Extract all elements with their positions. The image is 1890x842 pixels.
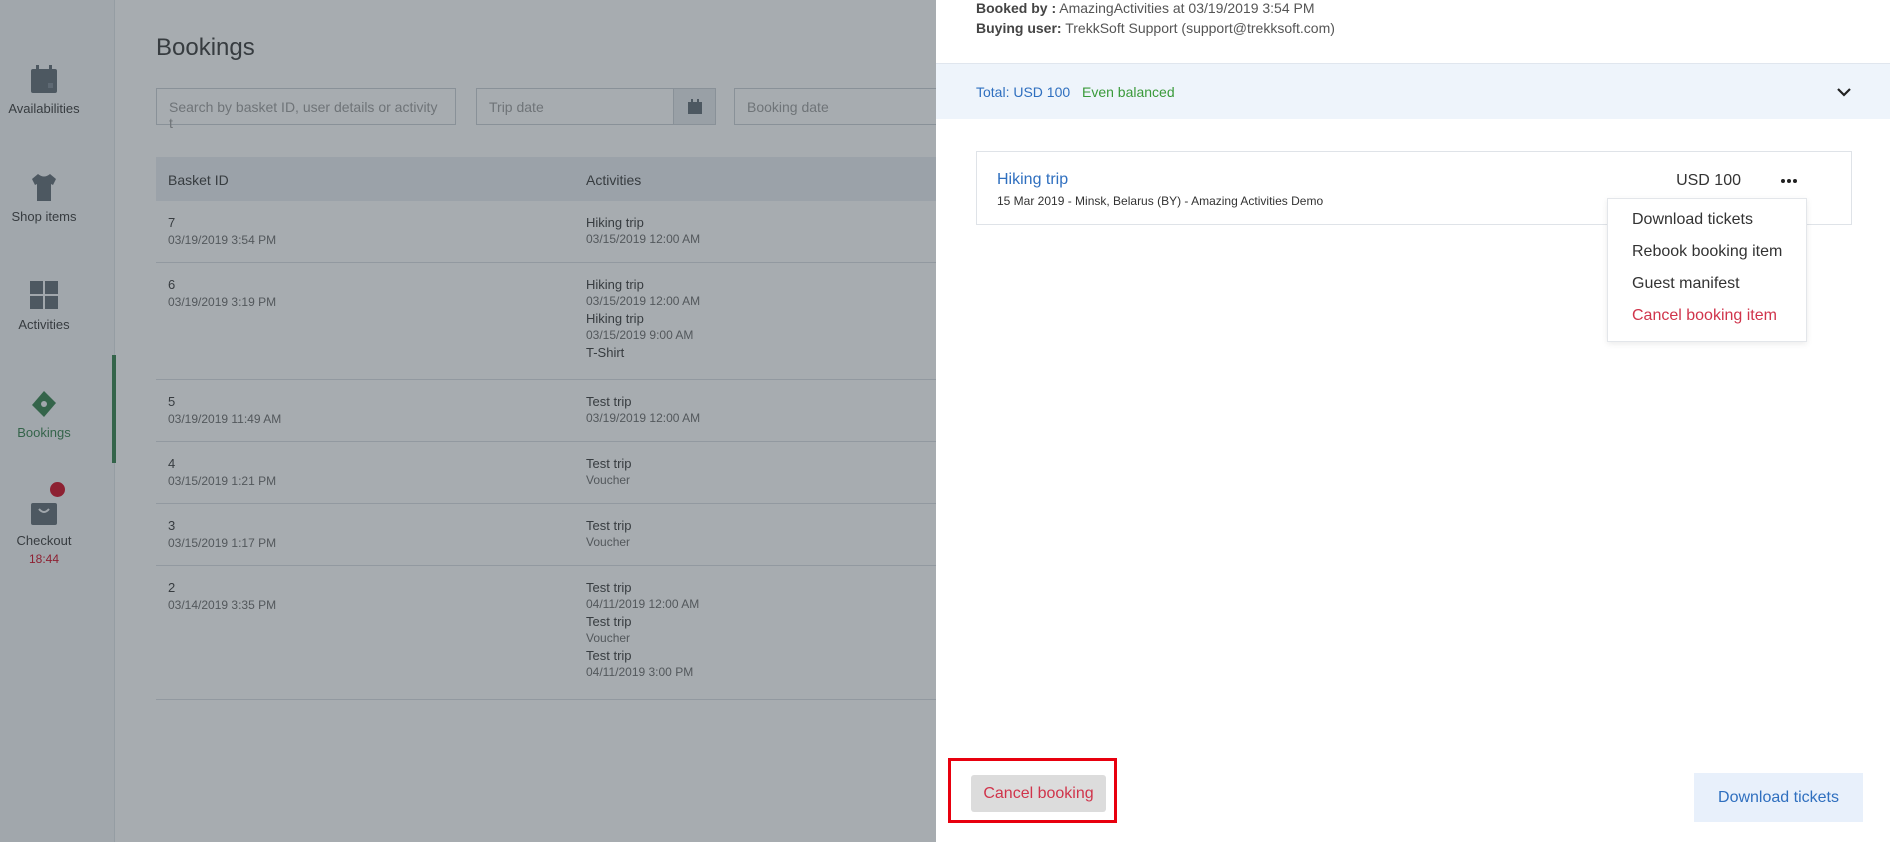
menu-item-guest-manifest[interactable]: Guest manifest (1632, 275, 1740, 293)
booked-by-value: AmazingActivities at 03/19/2019 3:54 PM (1059, 0, 1315, 16)
menu-item-download-tickets[interactable]: Download tickets (1632, 211, 1753, 229)
modal-overlay[interactable] (0, 0, 936, 842)
menu-item-rebook-booking-item[interactable]: Rebook booking item (1632, 243, 1782, 261)
total-amount: Total: USD 100 (976, 84, 1071, 100)
booked-by-label: Booked by : (976, 0, 1057, 16)
download-tickets-button[interactable]: Download tickets (1694, 773, 1863, 822)
more-options-icon[interactable] (1779, 175, 1799, 187)
booking-item-title[interactable]: Hiking trip (997, 171, 1068, 189)
menu-item-cancel-booking-item[interactable]: Cancel booking item (1632, 307, 1777, 325)
buying-user-label: Buying user: (976, 20, 1062, 36)
balance-status: Even balanced (1082, 84, 1175, 100)
total-summary[interactable]: Total: USD 100 Even balanced (936, 63, 1890, 119)
booking-meta: Booked by : AmazingActivities at 03/19/2… (976, 0, 1335, 40)
item-actions-menu: Download tickets Rebook booking item Gue… (1607, 198, 1807, 342)
booking-item-subtitle: 15 Mar 2019 - Minsk, Belarus (BY) - Amaz… (997, 194, 1324, 208)
booking-item-price: USD 100 (1676, 172, 1741, 189)
highlight-frame: Cancel booking (948, 758, 1117, 823)
cancel-booking-button[interactable]: Cancel booking (971, 775, 1106, 812)
chevron-down-icon[interactable] (1836, 86, 1852, 98)
booking-detail-panel: Booked by : AmazingActivities at 03/19/2… (936, 0, 1890, 842)
buying-user-value: TrekkSoft Support (support@trekksoft.com… (1065, 20, 1335, 36)
